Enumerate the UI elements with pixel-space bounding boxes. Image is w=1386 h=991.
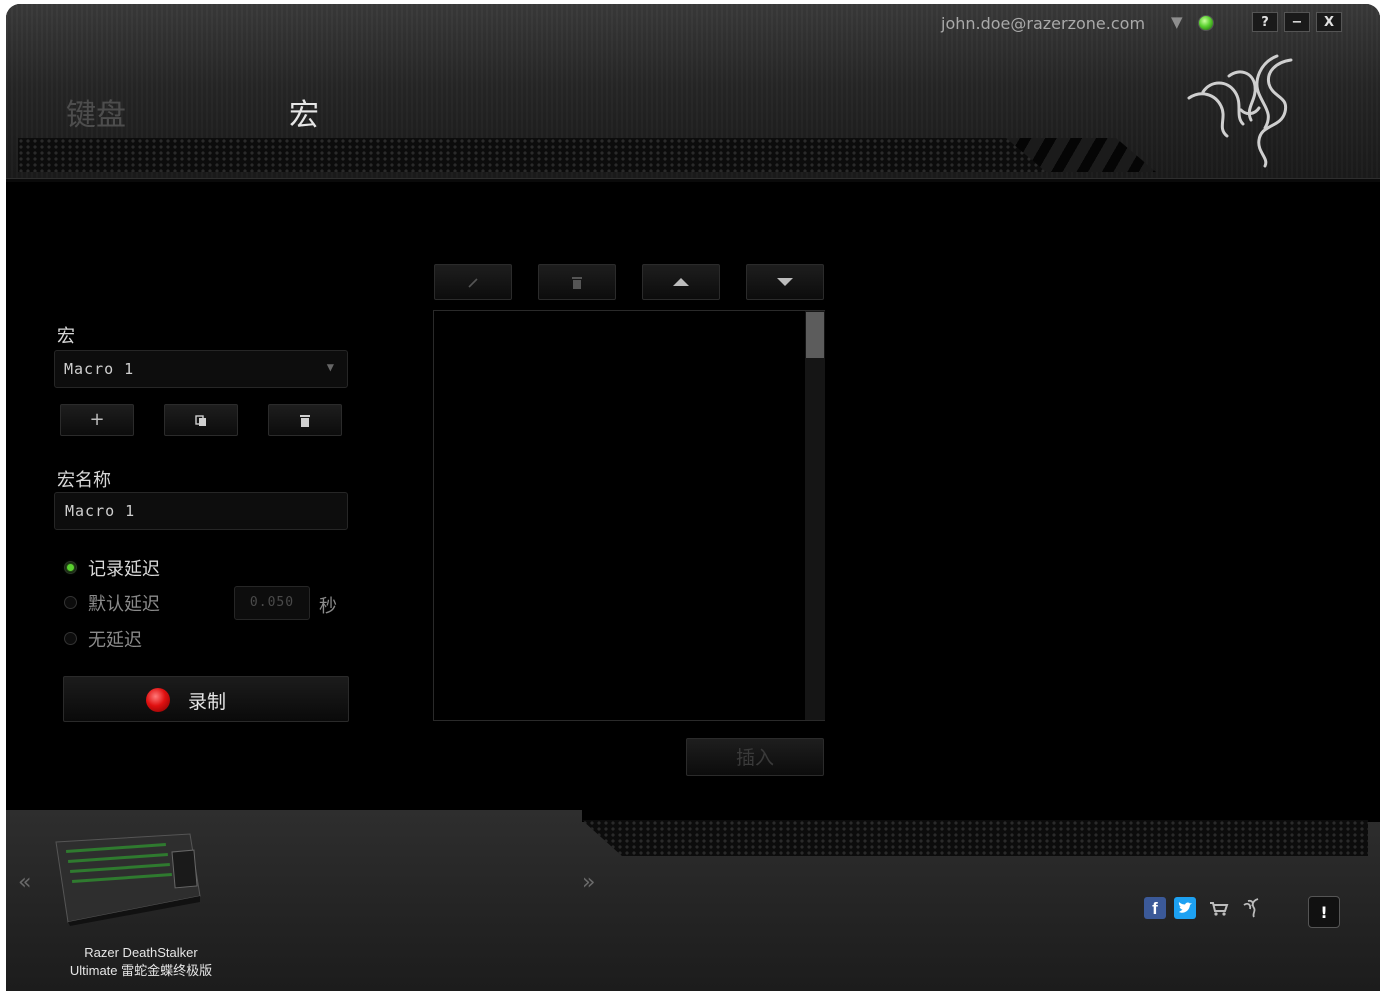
insert-button[interactable]: 插入 xyxy=(686,738,824,776)
scrollbar-thumb[interactable] xyxy=(806,312,824,358)
record-icon xyxy=(146,688,170,712)
record-label: 录制 xyxy=(188,691,227,713)
tab-macro[interactable]: 宏 xyxy=(289,90,319,134)
razer-synapse-window: 键盘 宏 john.doe@razerzone.com ▼ ? − X 宏 Ma… xyxy=(6,4,1380,991)
previous-device-icon[interactable]: « xyxy=(18,870,31,895)
header-hex-band xyxy=(18,138,1058,172)
move-up-button[interactable] xyxy=(642,264,720,300)
no-delay-radio[interactable] xyxy=(64,632,77,645)
device-name-line1: Razer DeathStalker xyxy=(84,945,198,960)
facebook-icon[interactable]: f xyxy=(1144,897,1166,919)
pencil-icon xyxy=(468,278,478,288)
record-delay-radio[interactable] xyxy=(64,561,77,574)
macro-label: 宏 xyxy=(57,326,75,347)
header-divider xyxy=(6,178,1380,182)
trash-icon xyxy=(572,277,582,289)
macro-name-label: 宏名称 xyxy=(57,470,111,491)
plus-icon: + xyxy=(89,409,105,430)
arrow-up-icon xyxy=(673,278,689,286)
footer-hex-band xyxy=(582,820,1368,856)
online-status-icon xyxy=(1198,15,1214,31)
macro-steps-list[interactable] xyxy=(433,310,825,721)
delay-unit-label: 秒 xyxy=(319,596,337,617)
keyboard-device-image[interactable] xyxy=(52,830,202,926)
move-down-button[interactable] xyxy=(746,264,824,300)
account-dropdown-icon[interactable]: ▼ xyxy=(1171,13,1183,31)
account-email[interactable]: john.doe@razerzone.com xyxy=(941,14,1145,33)
copy-icon xyxy=(195,415,206,426)
razer-community-icon[interactable] xyxy=(1240,897,1262,919)
delete-macro-button[interactable] xyxy=(268,404,342,436)
razer-logo-icon xyxy=(1187,54,1293,168)
macro-select-value: Macro 1 xyxy=(64,360,135,378)
no-delay-label: 无延迟 xyxy=(88,630,142,651)
notification-button[interactable]: ! xyxy=(1308,896,1340,928)
chevron-down-icon: ▼ xyxy=(326,360,335,374)
default-delay-input[interactable]: 0.050 xyxy=(234,586,310,620)
trash-icon xyxy=(300,415,310,427)
add-macro-button[interactable]: + xyxy=(60,404,134,436)
twitter-icon[interactable] xyxy=(1174,897,1196,919)
delete-step-button[interactable] xyxy=(538,264,616,300)
edit-step-button[interactable] xyxy=(434,264,512,300)
help-button[interactable]: ? xyxy=(1252,12,1278,32)
macro-name-input[interactable]: Macro 1 xyxy=(54,492,348,530)
device-name: Razer DeathStalker Ultimate 雷蛇金蝶终极版 xyxy=(36,944,246,980)
device-name-line2: Ultimate 雷蛇金蝶终极版 xyxy=(69,963,213,978)
record-delay-label: 记录延迟 xyxy=(88,559,160,580)
scrollbar-track[interactable] xyxy=(805,311,825,720)
default-delay-label: 默认延迟 xyxy=(88,594,160,615)
arrow-down-icon xyxy=(777,278,793,286)
macro-select[interactable]: Macro 1 ▼ xyxy=(54,350,348,388)
copy-macro-button[interactable] xyxy=(164,404,238,436)
default-delay-radio[interactable] xyxy=(64,596,77,609)
macro-name-value: Macro 1 xyxy=(65,502,136,520)
minimize-button[interactable]: − xyxy=(1284,12,1310,32)
record-button[interactable]: 录制 xyxy=(63,676,349,722)
tab-keyboard[interactable]: 键盘 xyxy=(66,90,126,134)
cart-icon[interactable] xyxy=(1208,897,1230,919)
next-device-icon[interactable]: » xyxy=(582,870,595,895)
close-button[interactable]: X xyxy=(1316,12,1342,32)
